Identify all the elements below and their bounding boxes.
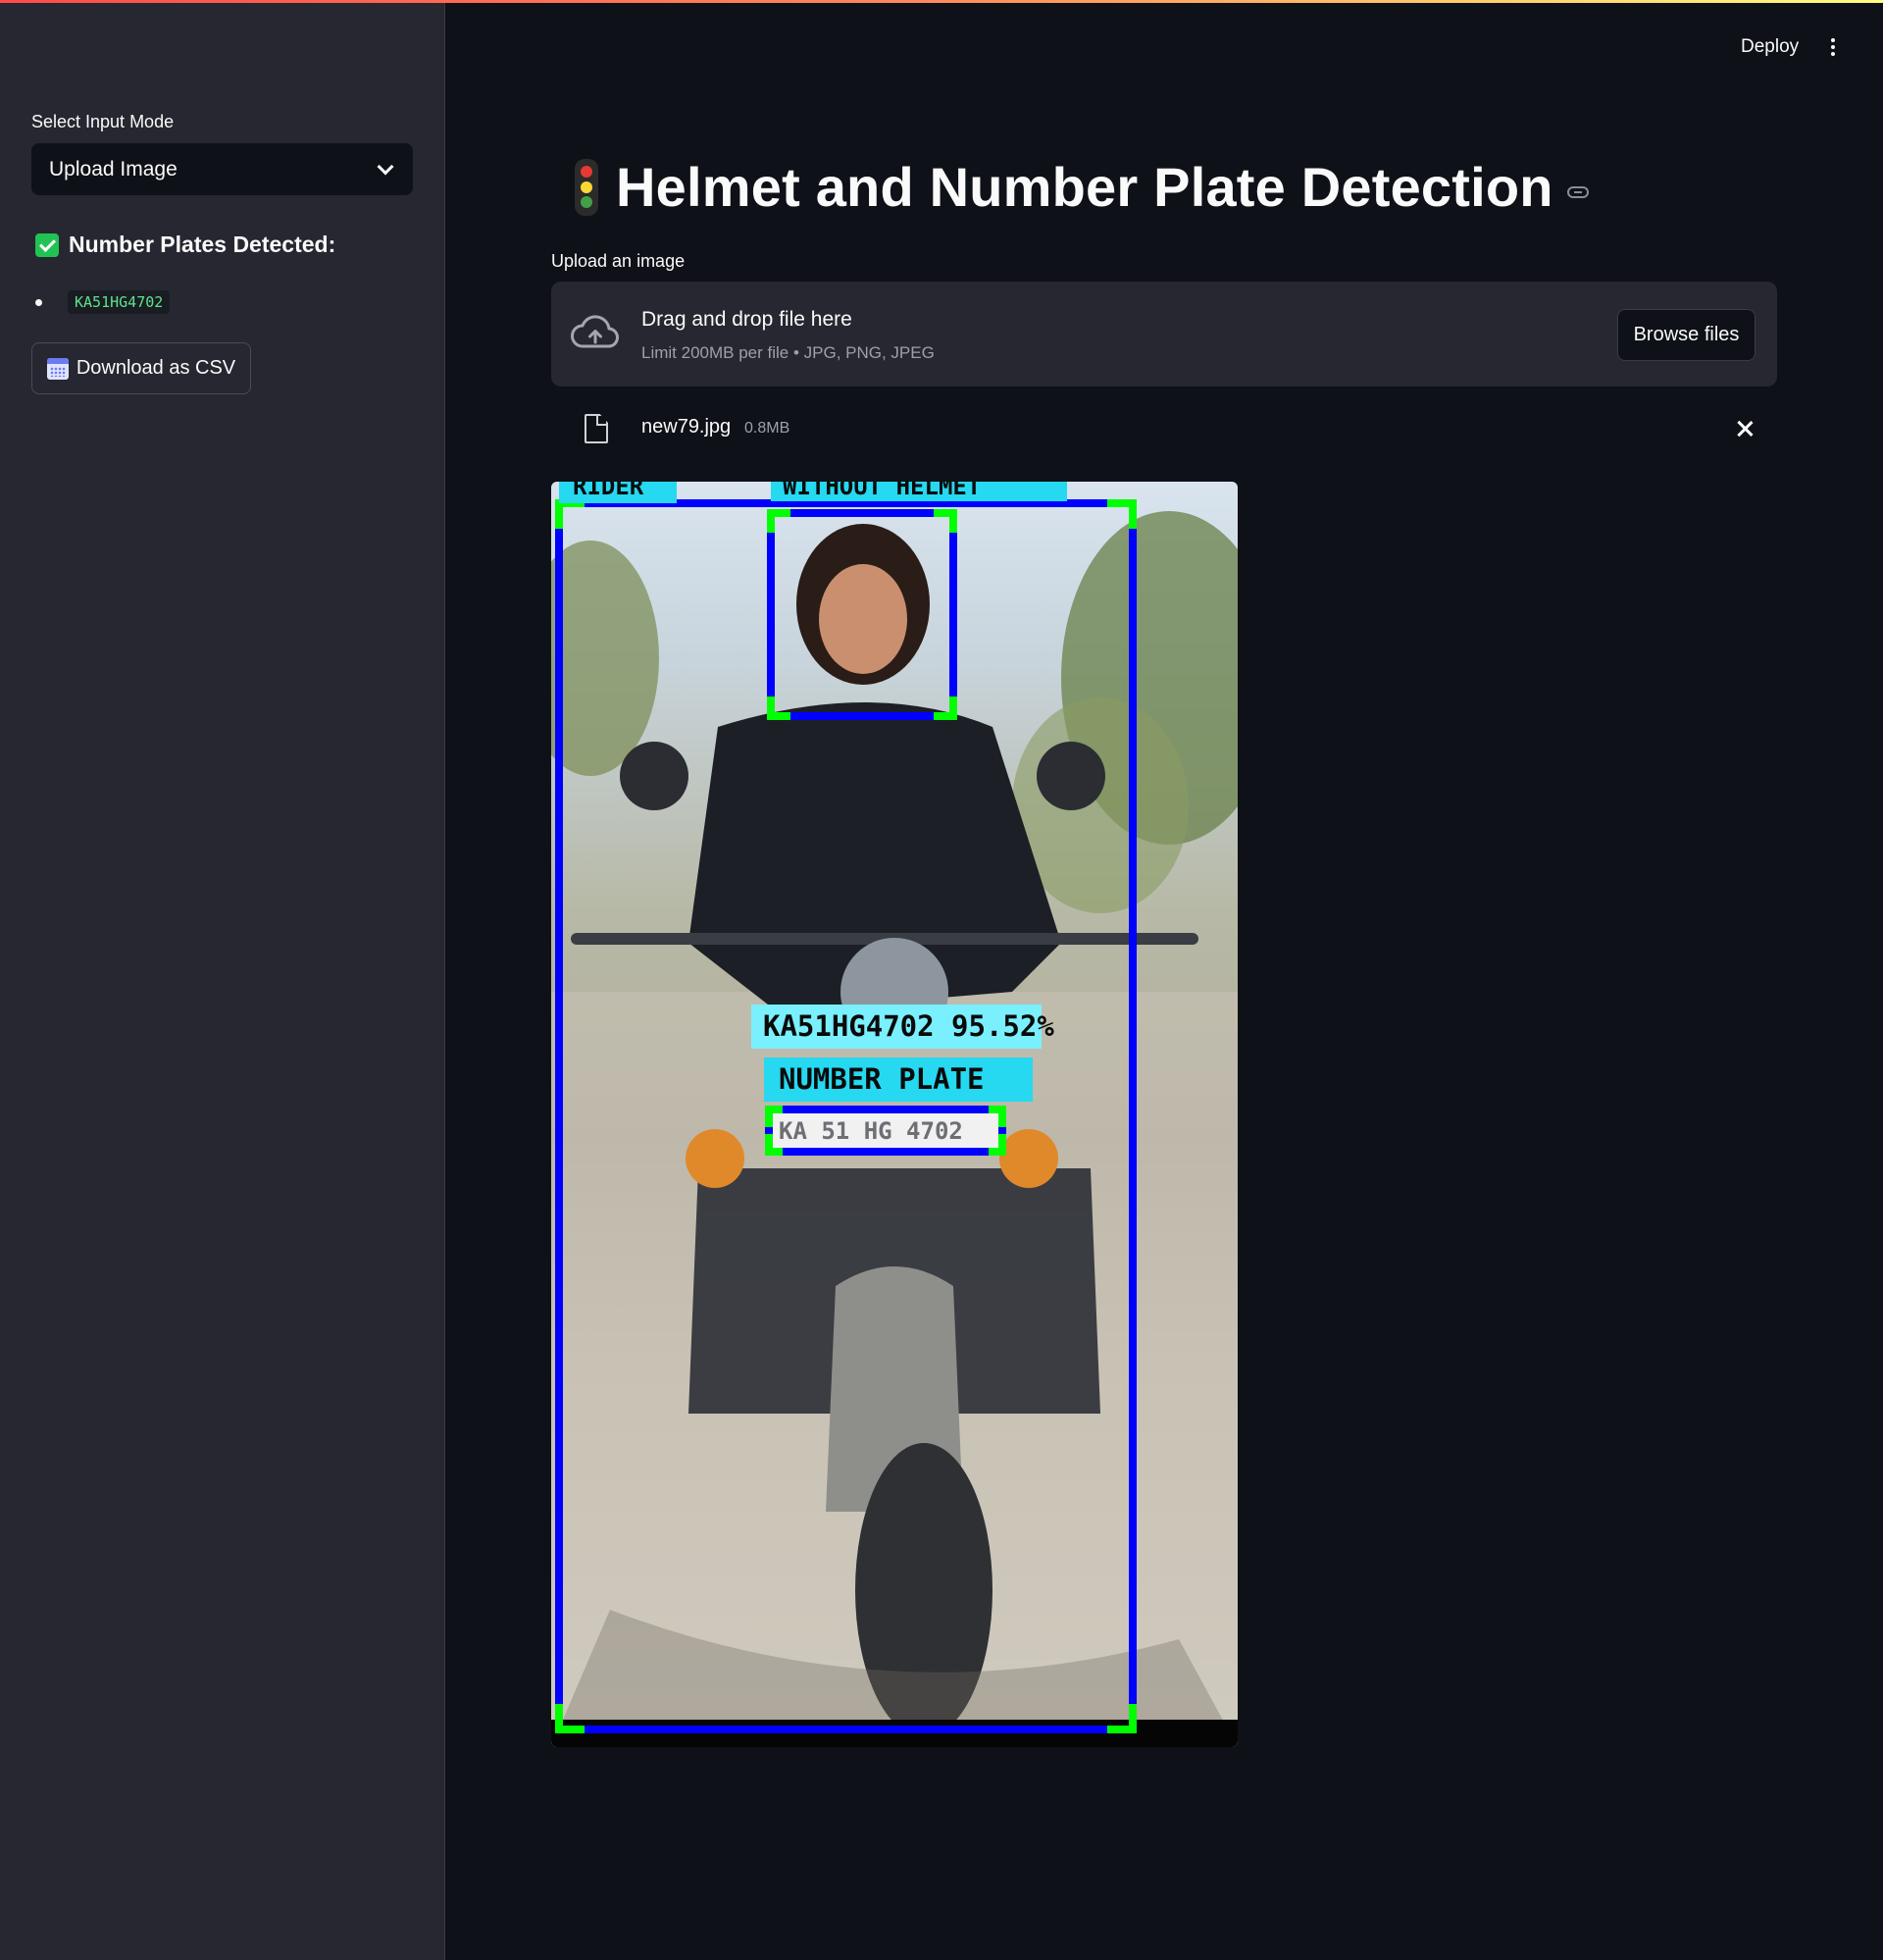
file-icon [585,414,608,443]
download-csv-button[interactable]: Download as CSV [31,342,251,394]
remove-file-icon[interactable] [1734,418,1756,439]
bullet-icon [35,298,42,306]
plate-reading-label: KA51HG4702 95.52% [763,1009,1054,1043]
uploaded-file-row: new79.jpg 0.8MB [551,408,1777,449]
input-mode-label: Select Input Mode [31,112,175,131]
input-mode-select[interactable]: Upload Image [31,143,413,195]
file-dropzone[interactable]: Drag and drop file here Limit 200MB per … [551,282,1777,387]
chevron-down-icon [377,158,394,175]
anchor-link-icon[interactable] [1566,185,1589,198]
plate-code: KA51HG4702 [68,290,171,314]
browse-files-button[interactable]: Browse files [1617,309,1756,361]
check-mark-icon [35,232,59,257]
plate-text: KA 51 HG 4702 [779,1117,963,1145]
number-plate-label: NUMBER PLATE [779,1062,985,1096]
file-name: new79.jpg [641,416,732,438]
detection-scene [551,482,1238,1747]
plates-detected-heading: Number Plates Detected: [35,232,335,258]
page-title: Helmet and Number Plate Detection [616,156,1553,218]
upload-label: Upload an image [551,251,686,271]
page-title-row: Helmet and Number Plate Detection [575,155,1589,219]
main-menu-icon[interactable] [1826,35,1840,59]
deploy-button[interactable]: Deploy [1741,36,1799,58]
download-csv-label: Download as CSV [76,357,236,379]
dropzone-limits: Limit 200MB per file • JPG, PNG, JPEG [641,343,935,362]
calendar-icon [46,357,69,380]
plates-detected-title: Number Plates Detected: [69,232,336,257]
top-decoration-bar [0,0,1883,3]
sidebar: Select Input Mode Upload Image Number Pl… [0,0,445,1960]
cloud-upload-icon [571,315,619,348]
rider-label: RIDER [573,482,644,500]
file-size: 0.8MB [744,420,790,437]
without-helmet-label: WITHOUT HELMET [783,482,982,500]
plate-list-item: KA51HG4702 [35,290,171,314]
traffic-light-icon [575,158,598,216]
dropzone-title: Drag and drop file here [641,308,852,331]
input-mode-value: Upload Image [49,157,178,181]
detection-result-image: RIDER WITHOUT HELMET KA51HG4702 95.52% N… [551,482,1238,1747]
